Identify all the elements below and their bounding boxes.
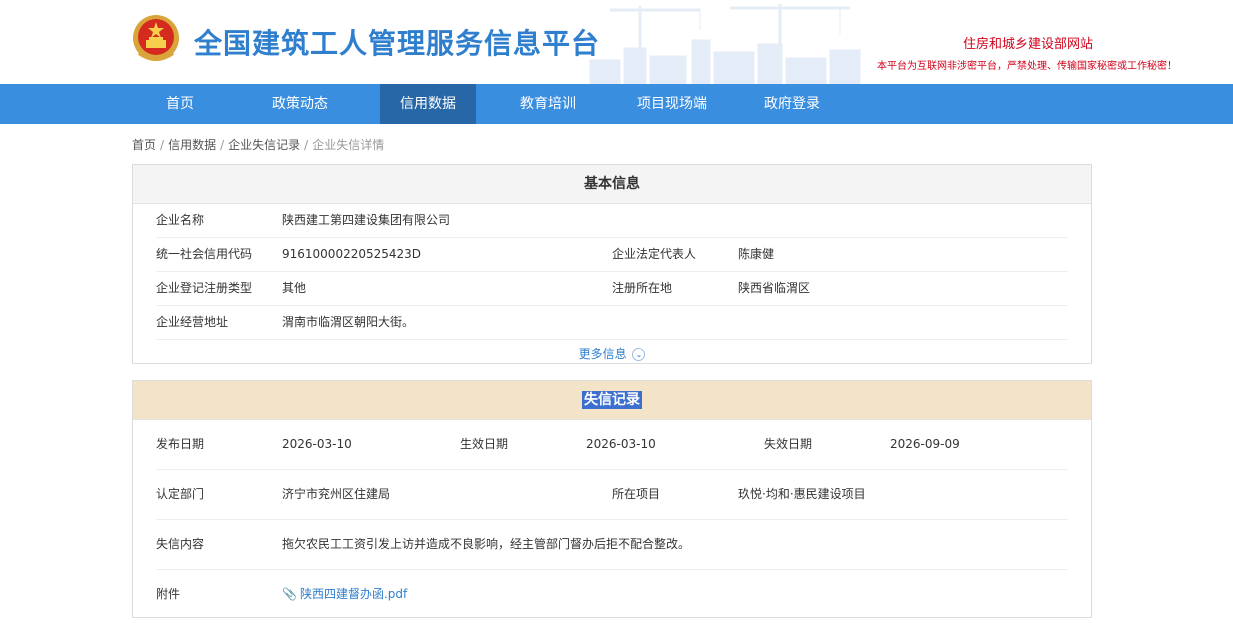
project-value: 玖悦·均和·惠民建设项目 — [738, 487, 866, 501]
nav-item-education-training[interactable]: 教育培训 — [476, 84, 620, 124]
publish-date-label: 发布日期 — [156, 437, 205, 451]
credit-code-value: 91610000220525423D — [282, 247, 422, 261]
nav-item-project-site[interactable]: 项目现场端 — [620, 84, 724, 124]
info-row: 统一社会信用代码 91610000220525423D 企业法定代表人 陈康健 — [156, 238, 1068, 272]
info-row: 企业登记注册类型 其他 注册所在地 陕西省临渭区 — [156, 272, 1068, 306]
nav-item-policy-news[interactable]: 政策动态 — [220, 84, 380, 124]
address-label: 企业经营地址 — [156, 315, 229, 329]
breadcrumb-current: 企业失信详情 — [312, 138, 385, 152]
basic-info-title: 基本信息 — [133, 165, 1091, 204]
effective-date-value: 2026-03-10 — [586, 437, 656, 451]
credit-record-title: 失信记录 — [133, 381, 1091, 420]
national-emblem-icon — [133, 15, 179, 61]
reg-type-value: 其他 — [282, 281, 307, 295]
record-row: 附件 📎 陕西四建督办函.pdf — [156, 570, 1068, 619]
paperclip-icon: 📎 — [282, 587, 297, 601]
nav-item-government-login[interactable]: 政府登录 — [724, 84, 860, 124]
expiry-date-value: 2026-09-09 — [890, 437, 960, 451]
address-value: 渭南市临渭区朝阳大街。 — [282, 315, 415, 329]
reg-location-label: 注册所在地 — [612, 281, 673, 295]
publish-date-value: 2026-03-10 — [282, 437, 352, 451]
info-row: 企业经营地址 渭南市临渭区朝阳大街。 — [156, 306, 1068, 340]
nav-item-credit-data[interactable]: 信用数据 — [380, 84, 476, 124]
record-row: 发布日期 2026-03-10 生效日期 2026-03-10 失效日期 202… — [156, 420, 1068, 470]
content-value: 拖欠农民工工资引发上访并造成不良影响，经主管部门督办后拒不配合整改。 — [282, 537, 691, 551]
legal-rep-label: 企业法定代表人 — [612, 247, 697, 261]
credit-record-title-text: 失信记录 — [582, 391, 642, 409]
attachment-label: 附件 — [156, 587, 181, 601]
nav-item-home[interactable]: 首页 — [140, 84, 220, 124]
chevron-down-icon: ⌄ — [632, 348, 646, 361]
attachment-link[interactable]: 📎 陕西四建督办函.pdf — [282, 570, 407, 619]
construction-skyline-image — [589, 4, 861, 84]
site-header: 全国建筑工人管理服务信息平台 住房和城乡建设部网站 本平台为互联网非涉密平台，严… — [0, 0, 1233, 84]
content-label: 失信内容 — [156, 537, 205, 551]
breadcrumb-credit-records[interactable]: 企业失信记录 — [228, 138, 300, 152]
department-label: 认定部门 — [156, 487, 205, 501]
expiry-date-label: 失效日期 — [764, 437, 813, 451]
legal-rep-value: 陈康健 — [738, 247, 775, 261]
record-row: 失信内容 拖欠农民工工资引发上访并造成不良影响，经主管部门督办后拒不配合整改。 — [156, 520, 1068, 570]
effective-date-label: 生效日期 — [460, 437, 509, 451]
department-value: 济宁市兖州区住建局 — [282, 487, 391, 501]
reg-location-value: 陕西省临渭区 — [738, 281, 811, 295]
company-name-label: 企业名称 — [156, 213, 205, 227]
security-notice: 本平台为互联网非涉密平台，严禁处理、传输国家秘密或工作秘密！ — [877, 61, 1177, 72]
breadcrumb-credit-data[interactable]: 信用数据 — [168, 138, 216, 152]
breadcrumb-separator: / — [220, 138, 225, 152]
credit-code-label: 统一社会信用代码 — [156, 247, 253, 261]
info-row: 企业名称 陕西建工第四建设集团有限公司 — [156, 204, 1068, 238]
breadcrumb-separator: / — [304, 138, 309, 152]
breadcrumb-separator: / — [160, 138, 165, 152]
attachment-filename: 陕西四建督办函.pdf — [299, 587, 408, 601]
credit-record-panel: 失信记录 发布日期 2026-03-10 生效日期 2026-03-10 失效日… — [132, 380, 1092, 618]
more-info-button[interactable]: 更多信息 ⌄ — [133, 340, 1091, 368]
project-label: 所在项目 — [612, 487, 661, 501]
basic-info-panel: 基本信息 企业名称 陕西建工第四建设集团有限公司 统一社会信用代码 916100… — [132, 164, 1092, 364]
record-row: 认定部门 济宁市兖州区住建局 所在项目 玖悦·均和·惠民建设项目 — [156, 470, 1068, 520]
ministry-website-link[interactable]: 住房和城乡建设部网站 — [963, 33, 1093, 52]
main-nav: 首页 政策动态 信用数据 教育培训 项目现场端 政府登录 — [0, 84, 1233, 124]
reg-type-label: 企业登记注册类型 — [156, 281, 253, 295]
breadcrumb: 首页 / 信用数据 / 企业失信记录 / 企业失信详情 — [132, 136, 384, 153]
company-name-value: 陕西建工第四建设集团有限公司 — [282, 213, 451, 227]
breadcrumb-home[interactable]: 首页 — [132, 138, 156, 152]
site-title: 全国建筑工人管理服务信息平台 — [194, 27, 601, 60]
more-info-label: 更多信息 — [578, 347, 627, 361]
